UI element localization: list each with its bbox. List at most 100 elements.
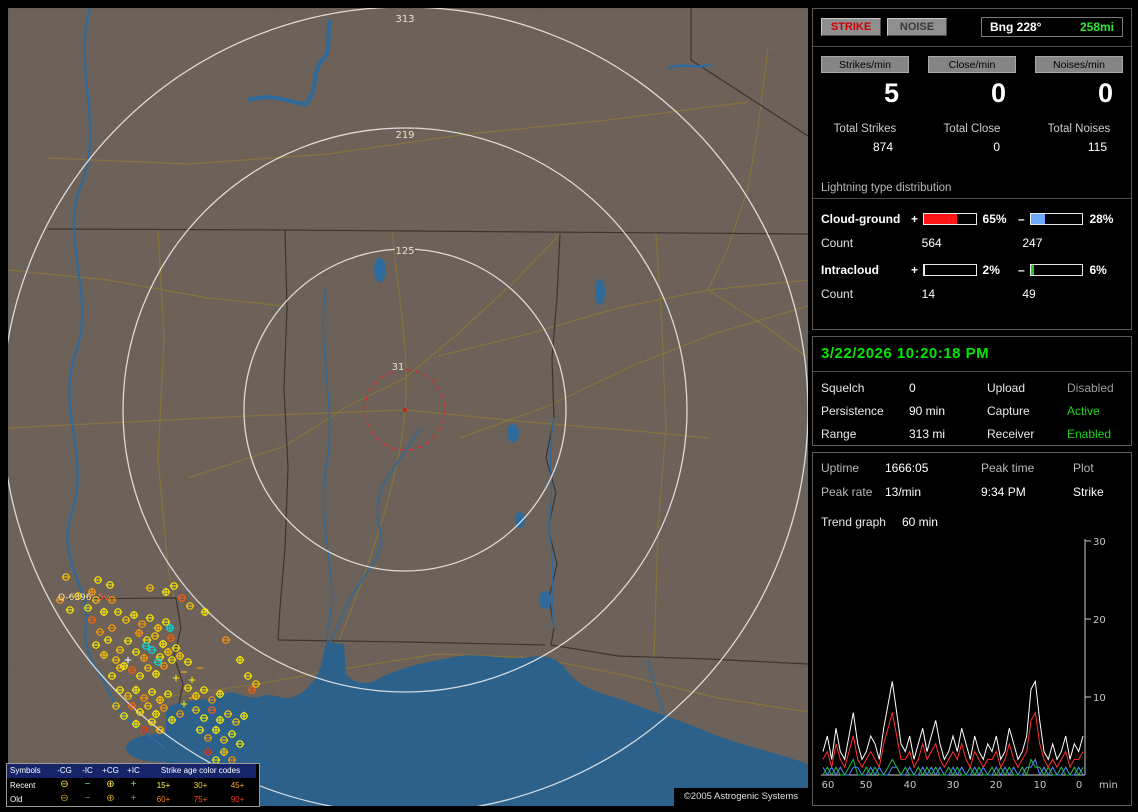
intracloud-label: Intracloud: [821, 263, 909, 277]
trend-axes: [821, 539, 1091, 775]
bearing-range: 258mi: [1080, 20, 1114, 34]
close-per-min-button[interactable]: Close/min: [928, 56, 1016, 73]
close-per-min-value: 0: [928, 73, 1016, 111]
svg-text:0: 0: [1076, 780, 1082, 791]
cg-positive-bar: [923, 213, 977, 225]
strikes-per-min-value: 5: [821, 73, 909, 111]
legend-col-pos-cg: +CG: [99, 764, 122, 778]
plot-label: Plot: [1073, 461, 1123, 475]
total-strikes-label: Total Strikes: [821, 123, 909, 135]
peak-time-label: Peak time: [981, 461, 1073, 475]
cg-positive-count: 564: [922, 236, 1023, 250]
settings-section: 3/22/2026 10:20:18 PM Squelch 0 Upload D…: [812, 336, 1132, 446]
cg-negative-count: 247: [1022, 236, 1123, 250]
peak-rate-label: Peak rate: [821, 485, 885, 499]
divider: [813, 371, 1131, 372]
trend-window-value: 60 min: [902, 515, 938, 529]
station-note: 5v: [98, 593, 110, 603]
intracloud-row: Intracloud + 2% – 6%: [821, 263, 1123, 277]
svg-text:60: 60: [822, 780, 835, 791]
lake-pontchartrain: [126, 734, 194, 762]
legend-col-pos-ic: +IC: [122, 764, 145, 778]
neg-cg-recent-icon: ⊖: [53, 779, 76, 791]
neg-ic-old-icon: −: [76, 793, 99, 805]
minus-sign: –: [1016, 263, 1027, 277]
trend-graph-label: Trend graph: [821, 515, 886, 529]
svg-text:20: 20: [990, 780, 1003, 791]
cg-negative-bar: [1030, 213, 1084, 225]
age-15: 15+: [145, 781, 182, 790]
upload-label: Upload: [987, 381, 1067, 395]
settings-row: Range 313 mi Receiver Enabled: [821, 427, 1123, 441]
lake: [507, 424, 519, 442]
trend-section: Uptime 1666:05 Peak time Plot Peak rate …: [812, 452, 1132, 806]
station-label-group: Q-6396 5v: [58, 593, 110, 603]
plot-value: Strike: [1073, 485, 1123, 499]
divider: [813, 46, 1131, 47]
station-marker: [403, 408, 407, 412]
trend-graph-header: Trend graph 60 min: [821, 515, 1123, 529]
stats-section: STRIKE NOISE Bng 228° 258mi Strikes/min …: [812, 8, 1132, 330]
trend-x-unit: min: [1099, 780, 1118, 791]
cloud-ground-row: Cloud-ground + 65% – 28%: [821, 212, 1123, 226]
upload-status: Disabled: [1067, 381, 1123, 395]
noise-mode-button[interactable]: NOISE: [887, 18, 947, 36]
svg-text:40: 40: [904, 780, 917, 791]
range-value: 313 mi: [909, 427, 987, 441]
strikes-per-min-button[interactable]: Strikes/min: [821, 56, 909, 73]
trend-y-labels: 30 20 10: [1093, 537, 1106, 704]
svg-text:20: 20: [1093, 615, 1106, 626]
receiver-status: Enabled: [1067, 427, 1123, 441]
trend-x-labels: 60 50 40 30 20 10 0 min: [822, 780, 1118, 791]
lake: [539, 591, 551, 609]
count-label: Count: [821, 287, 922, 301]
receiver-label: Receiver: [987, 427, 1067, 441]
plus-sign: +: [909, 212, 920, 226]
legend-age-header: Strike age color codes: [145, 764, 256, 778]
ring-label-125: 125: [395, 246, 414, 257]
trend-series-total-strikes: [823, 681, 1083, 759]
legend-col-neg-cg: -CG: [53, 764, 76, 778]
legend-row-recent: Recent: [7, 781, 53, 790]
peak-rate-value: 13/min: [885, 485, 981, 499]
count-label: Count: [821, 236, 922, 250]
bearing-value: Bng 228°: [990, 20, 1041, 34]
ic-negative-count: 49: [1022, 287, 1123, 301]
ic-positive-count: 14: [922, 287, 1023, 301]
noises-per-min-button[interactable]: Noises/min: [1035, 56, 1123, 73]
side-panel: STRIKE NOISE Bng 228° 258mi Strikes/min …: [812, 8, 1134, 806]
uptime-value: 1666:05: [885, 461, 981, 475]
peak-time-value: 9:34 PM: [981, 485, 1073, 499]
legend-row-old: Old: [7, 795, 53, 804]
uptime-stats: Uptime 1666:05 Peak time Plot Peak rate …: [821, 461, 1123, 499]
ic-negative-pct: 6%: [1086, 263, 1123, 277]
trend-graph: 30 20 10 60 50 40 30 20 10 0 min: [821, 537, 1123, 793]
persistence-value: 90 min: [909, 404, 987, 418]
pos-ic-old-icon: +: [122, 793, 145, 805]
svg-text:30: 30: [1093, 537, 1106, 548]
cg-positive-pct: 65%: [980, 212, 1017, 226]
datetime: 3/22/2026 10:20:18 PM: [821, 345, 1123, 362]
trend-series-layer: [823, 681, 1083, 775]
strike-mode-button[interactable]: STRIKE: [821, 18, 881, 36]
intracloud-count-row: Count 14 49: [821, 287, 1123, 301]
radar-map[interactable]: 313 219 125 31 Q-6396 5v: [8, 8, 808, 806]
persistence-label: Persistence: [821, 404, 909, 418]
age-45: 45+: [219, 781, 256, 790]
legend-col-neg-ic: -IC: [76, 764, 99, 778]
lake: [374, 258, 386, 282]
total-close-value: 0: [928, 140, 1016, 154]
plus-sign: +: [909, 263, 920, 277]
legend-symbols-header: Symbols: [7, 764, 53, 778]
squelch-value: 0: [909, 381, 987, 395]
age-60: 60+: [145, 795, 182, 804]
pos-cg-old-icon: ⊕: [99, 793, 122, 805]
map-viewport[interactable]: 313 219 125 31 Q-6396 5v ©2005 Astrogeni…: [8, 8, 808, 806]
ic-positive-bar: [923, 264, 977, 276]
total-noises-label: Total Noises: [1035, 123, 1123, 135]
cloud-ground-count-row: Count 564 247: [821, 236, 1123, 250]
settings-row: Persistence 90 min Capture Active: [821, 404, 1123, 418]
strike-legend: Symbols -CG -IC +CG +IC Strike age color…: [6, 763, 260, 807]
ic-positive-pct: 2%: [980, 263, 1017, 277]
age-30: 30+: [182, 781, 219, 790]
